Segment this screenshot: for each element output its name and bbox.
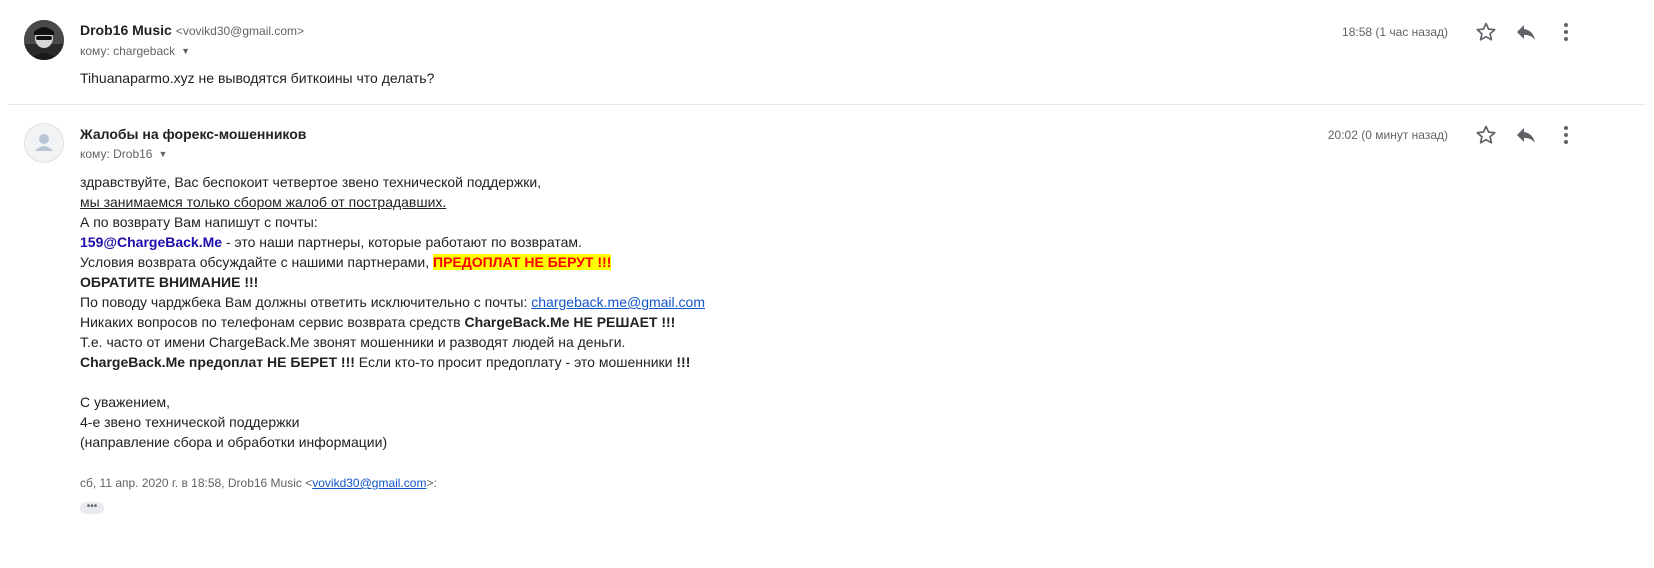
body-line: ChargeBack.Me предоплат НЕ БЕРЕТ !!! Есл… [80, 352, 705, 372]
more-options-button[interactable] [1554, 20, 1578, 44]
body-line-underlined: мы занимаемся только сбором жалоб от пос… [80, 194, 447, 210]
bold-text: !!! [676, 354, 691, 370]
partner-email: 159@ChargeBack.Me [80, 234, 223, 250]
quote-prefix: сб, 11 апр. 2020 г. в 18:58, Drob16 Musi… [80, 476, 313, 490]
sender-email: <vovikd30@gmail.com> [175, 24, 305, 38]
quoted-message-header: сб, 11 апр. 2020 г. в 18:58, Drob16 Musi… [80, 476, 437, 490]
body-text: Если кто-то просит предоплату - это моше… [354, 354, 677, 370]
body-line: Никаких вопросов по телефонам сервис воз… [80, 312, 705, 332]
caret-down-icon[interactable]: ▼ [181, 46, 190, 56]
generic-person-icon [35, 134, 53, 151]
star-outline-icon [1476, 22, 1496, 41]
caret-down-icon[interactable]: ▼ [158, 149, 167, 159]
body-text: Никаких вопросов по телефонам сервис воз… [80, 314, 465, 330]
body-line: Т.е. часто от имени ChargeBack.Me звонят… [80, 334, 626, 350]
quote-email-link[interactable]: vovikd30@gmail.com [312, 476, 426, 490]
body-line: здравствуйте, Вас беспокоит четвертое зв… [80, 174, 542, 190]
quote-suffix: >: [426, 476, 437, 490]
message-divider [8, 104, 1646, 105]
more-options-button[interactable] [1554, 123, 1578, 147]
sender-name[interactable]: Drob16 Music <vovikd30@gmail.com> [80, 22, 304, 38]
sender-avatar[interactable] [24, 123, 64, 163]
bold-text: ChargeBack.Me предоплат НЕ БЕРЕТ !!! [80, 354, 355, 370]
body-line: А по возврату Вам напишут с почты: [80, 214, 318, 230]
sender-avatar[interactable] [24, 20, 64, 60]
message-body: здравствуйте, Вас беспокоит четвертое зв… [80, 172, 705, 452]
sender-name[interactable]: Жалобы на форекс-мошенников [80, 126, 306, 142]
body-line: По поводу чарджбека Вам должны ответить … [80, 292, 705, 312]
star-button[interactable] [1474, 20, 1498, 44]
recipient-label: кому: Drob16 [80, 147, 153, 161]
user-photo-icon [24, 20, 64, 60]
recipient-label: кому: chargeback [80, 44, 176, 58]
signature-line: (направление сбора и обработки информаци… [80, 434, 388, 450]
body-line: Условия возврата обсуждайте с нашими пар… [80, 252, 705, 272]
reply-button[interactable] [1514, 123, 1538, 147]
message-time: 20:02 (0 минут назад) [1327, 128, 1448, 142]
recipient-details[interactable]: кому: chargeback ▼ [80, 44, 190, 58]
show-trimmed-content-button[interactable]: ••• [80, 502, 104, 514]
attention-heading: ОБРАТИТЕ ВНИМАНИЕ !!! [80, 274, 259, 290]
body-line: 159@ChargeBack.Me - это наши партнеры, к… [80, 232, 705, 252]
star-button[interactable] [1474, 123, 1498, 147]
star-outline-icon [1476, 125, 1496, 144]
signature-line: 4-е звено технической поддержки [80, 414, 300, 430]
body-text: По поводу чарджбека Вам должны ответить … [80, 294, 532, 310]
body-text: Условия возврата обсуждайте с нашими пар… [80, 254, 434, 270]
sender-name-text: Drob16 Music [80, 22, 172, 38]
message-snippet[interactable]: Tihuanaparmo.xyz не выводятся биткоины ч… [80, 70, 434, 86]
bold-text: ChargeBack.Me НЕ РЕШАЕТ !!! [464, 314, 676, 330]
reply-icon [1517, 25, 1535, 40]
body-line: ОБРАТИТЕ ВНИМАНИЕ !!! [80, 272, 705, 292]
reply-icon [1517, 128, 1535, 143]
body-text: - это наши партнеры, которые работают по… [222, 234, 582, 250]
reply-button[interactable] [1514, 20, 1538, 44]
more-vert-icon [1564, 126, 1568, 144]
highlighted-warning: ПРЕДОПЛАТ НЕ БЕРУТ !!! [433, 254, 612, 270]
chargeback-email-link[interactable]: chargeback.me@gmail.com [531, 294, 705, 310]
more-vert-icon [1564, 23, 1568, 41]
message-time: 18:58 (1 час назад) [1342, 25, 1448, 39]
recipient-details[interactable]: кому: Drob16 ▼ [80, 147, 167, 161]
signature-line: С уважением, [80, 394, 171, 410]
